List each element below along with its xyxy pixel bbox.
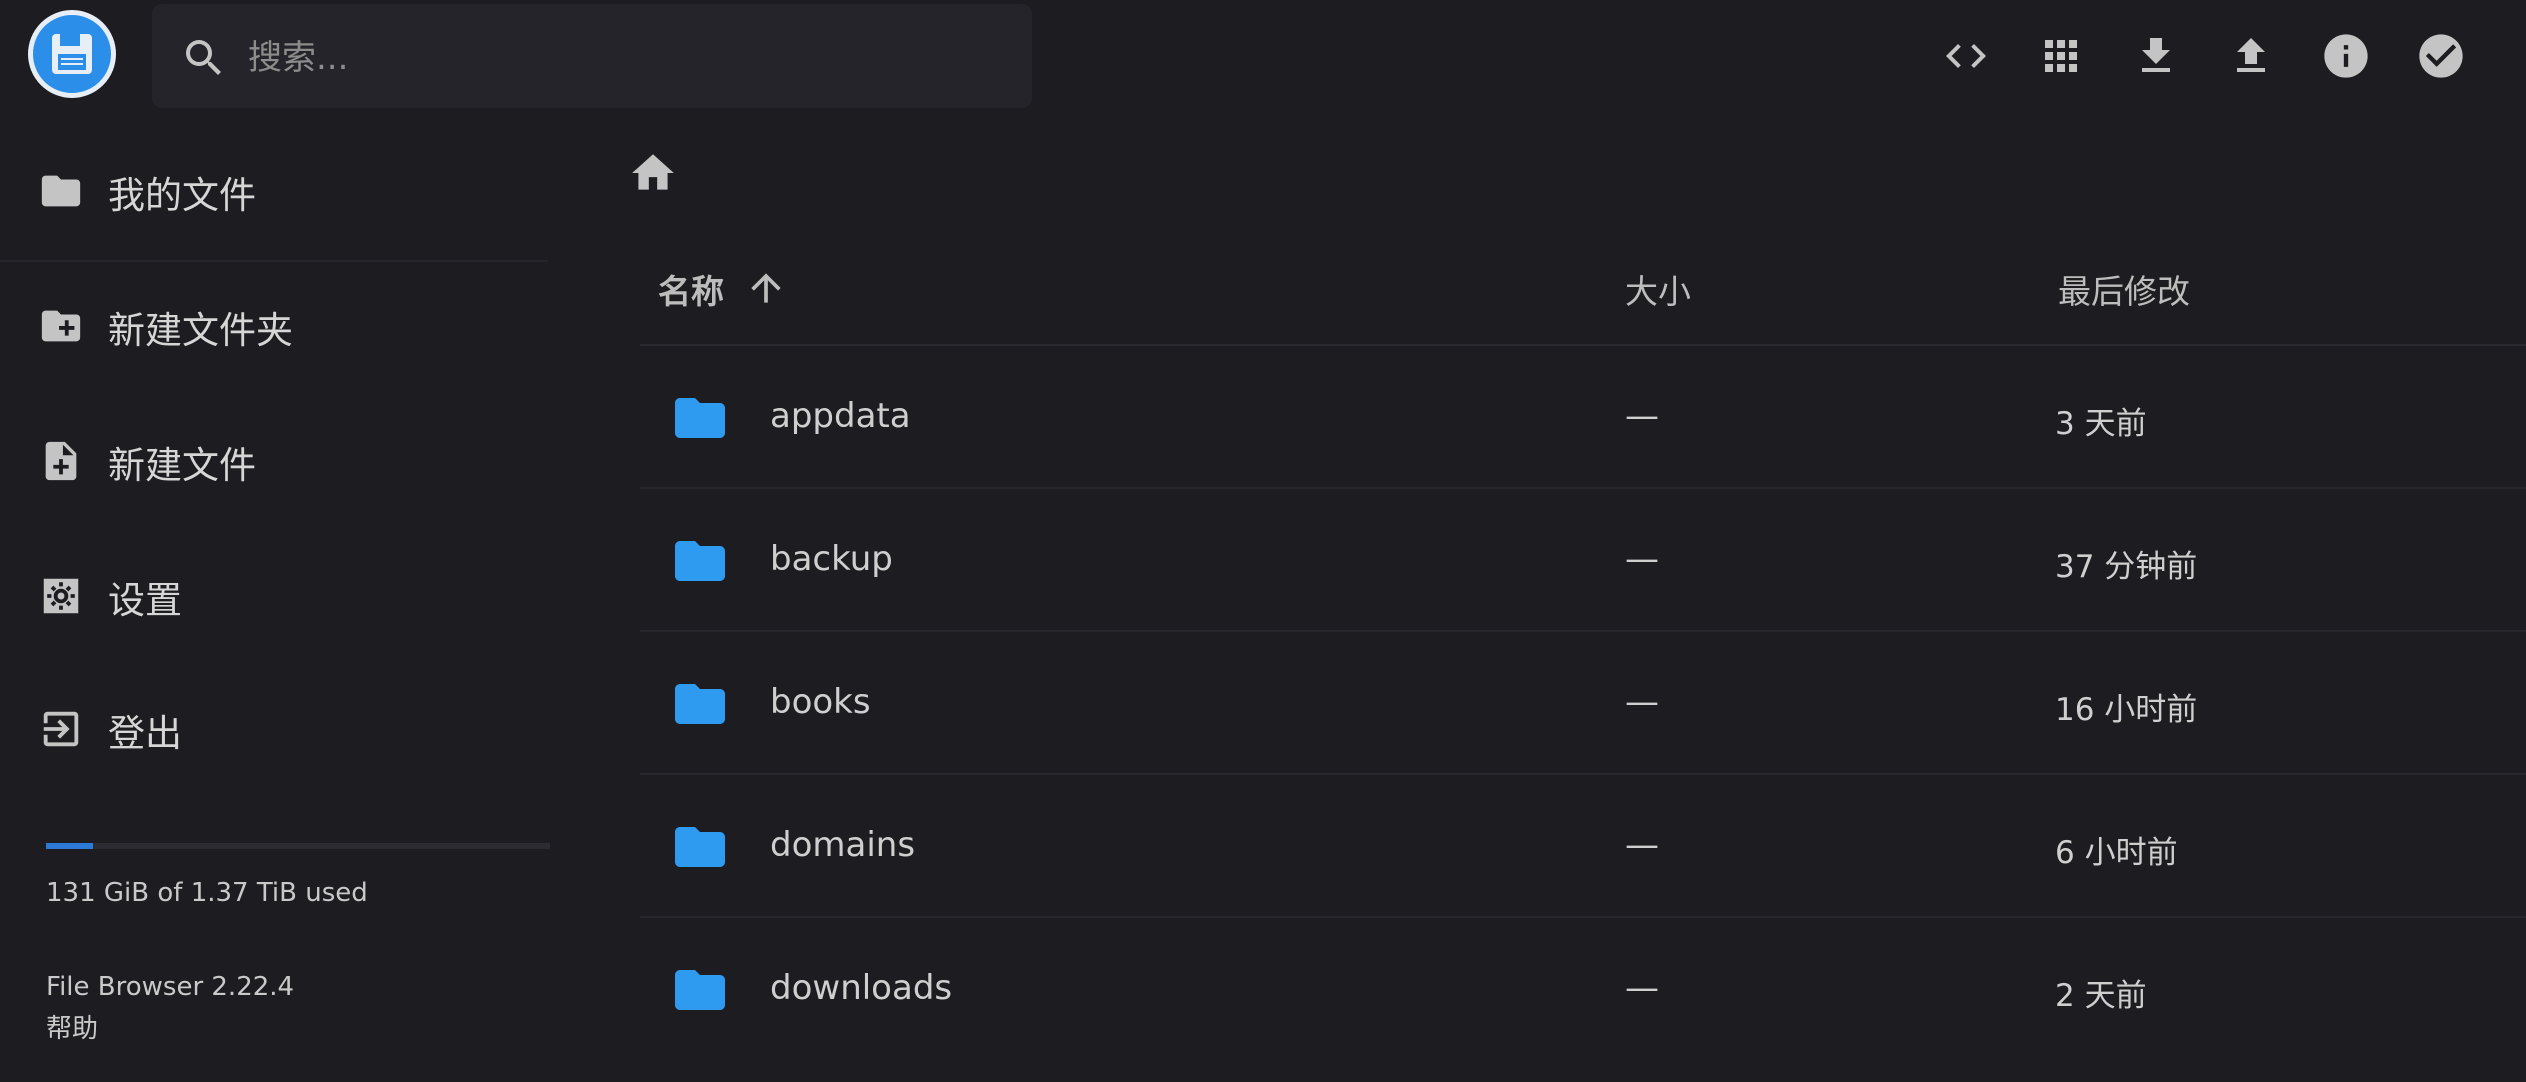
quota-bar: [46, 843, 550, 849]
table-row[interactable]: appdata — 3 天前: [640, 346, 2526, 489]
header: [0, 0, 2526, 110]
select-button[interactable]: [2409, 24, 2473, 88]
info-icon: [2324, 34, 2368, 78]
upload-icon: [2237, 38, 2265, 72]
file-name: domains: [770, 825, 916, 865]
sidebar-item-label: 我的文件: [108, 174, 256, 217]
folder-icon: [675, 541, 725, 581]
new-folder-icon: [41, 310, 81, 342]
file-name: books: [770, 682, 871, 722]
column-header-name[interactable]: 名称: [658, 265, 724, 313]
file-size: —: [1625, 539, 1659, 579]
upload-button[interactable]: [2219, 24, 2283, 88]
sidebar-item-settings[interactable]: 设置: [0, 540, 548, 650]
view-source-button[interactable]: [1934, 24, 1998, 88]
file-modified: 6 小时前: [2055, 835, 2178, 871]
view-source-icon: [1946, 44, 1986, 68]
search-icon[interactable]: [180, 34, 228, 82]
settings-icon: [43, 578, 79, 614]
download-button[interactable]: [2124, 24, 2188, 88]
sidebar-item-my-files[interactable]: 我的文件: [0, 135, 548, 245]
quota-text: 131 GiB of 1.37 TiB used: [46, 878, 368, 908]
file-size: —: [1625, 825, 1659, 865]
search-bar: [152, 4, 1032, 108]
file-modified: 3 天前: [2055, 406, 2147, 442]
sidebar-item-label: 新建文件: [108, 444, 256, 487]
table-row[interactable]: backup — 37 分钟前: [640, 489, 2526, 632]
file-name: backup: [770, 539, 893, 579]
folder-icon: [675, 684, 725, 724]
sidebar-item-label: 新建文件夹: [108, 309, 293, 352]
file-modified: 37 分钟前: [2055, 549, 2198, 585]
column-header-modified[interactable]: 最后修改: [2058, 265, 2190, 313]
sidebar-item-label: 设置: [108, 579, 182, 622]
new-file-icon: [45, 441, 77, 481]
table-row[interactable]: domains — 6 小时前: [640, 775, 2526, 918]
file-size: —: [1625, 968, 1659, 1008]
sidebar-item-logout[interactable]: 登出: [0, 673, 548, 783]
sidebar-item-new-file[interactable]: 新建文件: [0, 405, 548, 515]
folder-icon: [41, 175, 81, 207]
folder-icon: [675, 827, 725, 867]
file-name: downloads: [770, 968, 953, 1008]
search-input[interactable]: [246, 30, 990, 86]
help-link[interactable]: 帮助: [46, 1008, 98, 1045]
floppy-disk-icon: [52, 34, 92, 74]
folder-icon: [675, 398, 725, 438]
file-modified: 16 小时前: [2055, 692, 2198, 728]
table-row[interactable]: books — 16 小时前: [640, 632, 2526, 775]
breadcrumb-home[interactable]: [628, 148, 678, 198]
sidebar-item-label: 登出: [108, 712, 182, 755]
home-icon: [632, 154, 674, 190]
folder-icon: [675, 970, 725, 1010]
sidebar-item-new-folder[interactable]: 新建文件夹: [0, 270, 548, 380]
column-header-size[interactable]: 大小: [1625, 265, 1691, 313]
file-size: —: [1625, 682, 1659, 722]
file-name: appdata: [770, 396, 911, 436]
table-row[interactable]: downloads — 2 天前: [640, 918, 2526, 1061]
select-check-icon: [2419, 34, 2463, 78]
download-icon: [2142, 38, 2170, 72]
logout-icon: [43, 711, 79, 747]
app-logo[interactable]: [28, 10, 116, 98]
file-modified: 2 天前: [2055, 978, 2147, 1014]
sidebar: 我的文件 新建文件夹 新建文件 设置 登出 131 GiB of 1.37 Ti…: [0, 110, 550, 1082]
sidebar-divider: [0, 260, 548, 262]
version-text: File Browser 2.22.4: [46, 972, 295, 1002]
sort-ascending-icon[interactable]: [744, 266, 788, 310]
file-size: —: [1625, 396, 1659, 436]
quota-bar-fill: [46, 843, 93, 849]
grid-view-button[interactable]: [2029, 24, 2093, 88]
grid-view-icon: [2045, 40, 2077, 72]
info-button[interactable]: [2314, 24, 2378, 88]
